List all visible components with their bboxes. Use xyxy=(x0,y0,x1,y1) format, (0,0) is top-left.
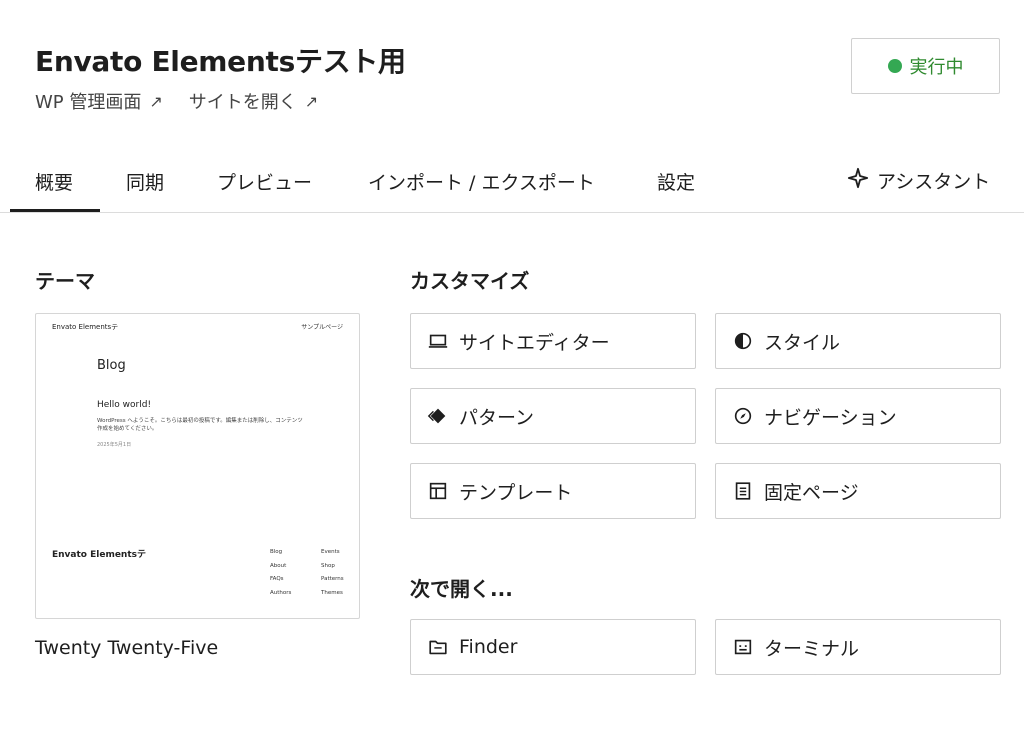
patterns-label: パターン xyxy=(459,406,535,429)
external-arrow-icon: ↗ xyxy=(149,91,163,111)
navigation-button[interactable]: ナビゲーション xyxy=(715,388,1001,444)
finder-label: Finder xyxy=(459,636,518,658)
tab-overview[interactable]: 概要 xyxy=(35,168,73,195)
preview-footer-link: Blog xyxy=(270,549,283,555)
wp-admin-link-label: WP 管理画面 xyxy=(35,92,142,113)
styles-button[interactable]: スタイル xyxy=(715,313,1001,369)
assistant-button[interactable]: アシスタント xyxy=(847,167,990,194)
navigation-label: ナビゲーション xyxy=(764,406,897,429)
terminal-icon xyxy=(732,636,754,658)
tab-settings[interactable]: 設定 xyxy=(657,168,695,195)
active-tab-indicator xyxy=(10,209,100,212)
tab-import-export[interactable]: インポート / エクスポート xyxy=(368,168,595,195)
diamond-icon xyxy=(427,405,449,427)
preview-footer-link: Authors xyxy=(270,589,292,596)
tab-bar: 概要 同期 プレビュー インポート / エクスポート 設定 アシスタント xyxy=(0,150,1024,213)
laptop-icon xyxy=(427,330,449,352)
open-site-link-label: サイトを開く xyxy=(188,92,297,113)
finder-button[interactable]: Finder xyxy=(410,619,696,675)
preview-footer-col-1: Blog About FAQs Authors xyxy=(270,546,291,600)
preview-footer-title: Envato Elementsテ xyxy=(52,550,146,560)
theme-name: Twenty Twenty-Five xyxy=(35,637,219,659)
site-editor-label: サイトエディター xyxy=(459,331,610,354)
preview-site-title: Envato Elementsテ xyxy=(52,323,119,331)
compass-icon xyxy=(732,405,754,427)
external-arrow-icon: ↗ xyxy=(304,91,319,111)
page-icon xyxy=(732,480,754,502)
theme-preview-card[interactable]: Envato Elementsテ サンプルページ Blog Hello worl… xyxy=(35,313,360,619)
preview-blog-title: Blog xyxy=(97,358,126,373)
wp-admin-link[interactable]: WP 管理画面 ↗ xyxy=(35,88,163,114)
tab-preview[interactable]: プレビュー xyxy=(217,168,312,195)
site-status-button[interactable]: 実行中 xyxy=(851,38,1000,94)
customize-heading: カスタマイズ xyxy=(410,269,530,293)
terminal-label: ターミナル xyxy=(764,637,860,660)
layout-icon xyxy=(427,480,449,502)
preview-footer-link: Patterns xyxy=(321,576,344,582)
pages-label: 固定ページ xyxy=(764,481,859,504)
tab-sync[interactable]: 同期 xyxy=(126,168,164,195)
assistant-label: アシスタント xyxy=(877,171,991,193)
site-links: WP 管理画面 ↗ サイトを開く ↗ xyxy=(35,88,318,114)
styles-label: スタイル xyxy=(764,331,841,354)
terminal-button[interactable]: ターミナル xyxy=(715,619,1001,675)
preview-footer-link: Events xyxy=(321,549,340,555)
templates-button[interactable]: テンプレート xyxy=(410,463,696,519)
site-editor-button[interactable]: サイトエディター xyxy=(410,313,696,369)
preview-post-date: 2025年5月1日 xyxy=(97,442,132,448)
patterns-button[interactable]: パターン xyxy=(410,388,696,444)
status-dot-icon xyxy=(887,59,902,73)
preview-post-title: Hello world! xyxy=(97,400,152,410)
site-title: Envato Elementsテスト用 xyxy=(35,45,406,78)
preview-post-body: WordPress へようこそ。こちらは最初の投稿です。編集または削除し、コンテ… xyxy=(97,418,303,432)
open-site-link[interactable]: サイトを開く ↗ xyxy=(189,88,318,114)
contrast-icon xyxy=(732,330,754,352)
preview-footer-link: Shop xyxy=(321,562,335,569)
preview-nav-link: サンプルページ xyxy=(301,324,343,331)
folder-icon xyxy=(427,636,449,658)
theme-heading: テーマ xyxy=(35,269,95,293)
templates-label: テンプレート xyxy=(459,481,573,504)
preview-footer-link: FAQs xyxy=(270,576,284,582)
preview-footer-link: About xyxy=(270,562,287,569)
sparkle-icon xyxy=(847,167,869,194)
preview-footer-col-2: Events Shop Patterns Themes xyxy=(321,546,344,600)
preview-footer-link: Themes xyxy=(321,589,343,596)
open-with-heading: 次で開く... xyxy=(410,577,513,601)
pages-button[interactable]: 固定ページ xyxy=(715,463,1001,519)
status-label: 実行中 xyxy=(909,57,964,78)
